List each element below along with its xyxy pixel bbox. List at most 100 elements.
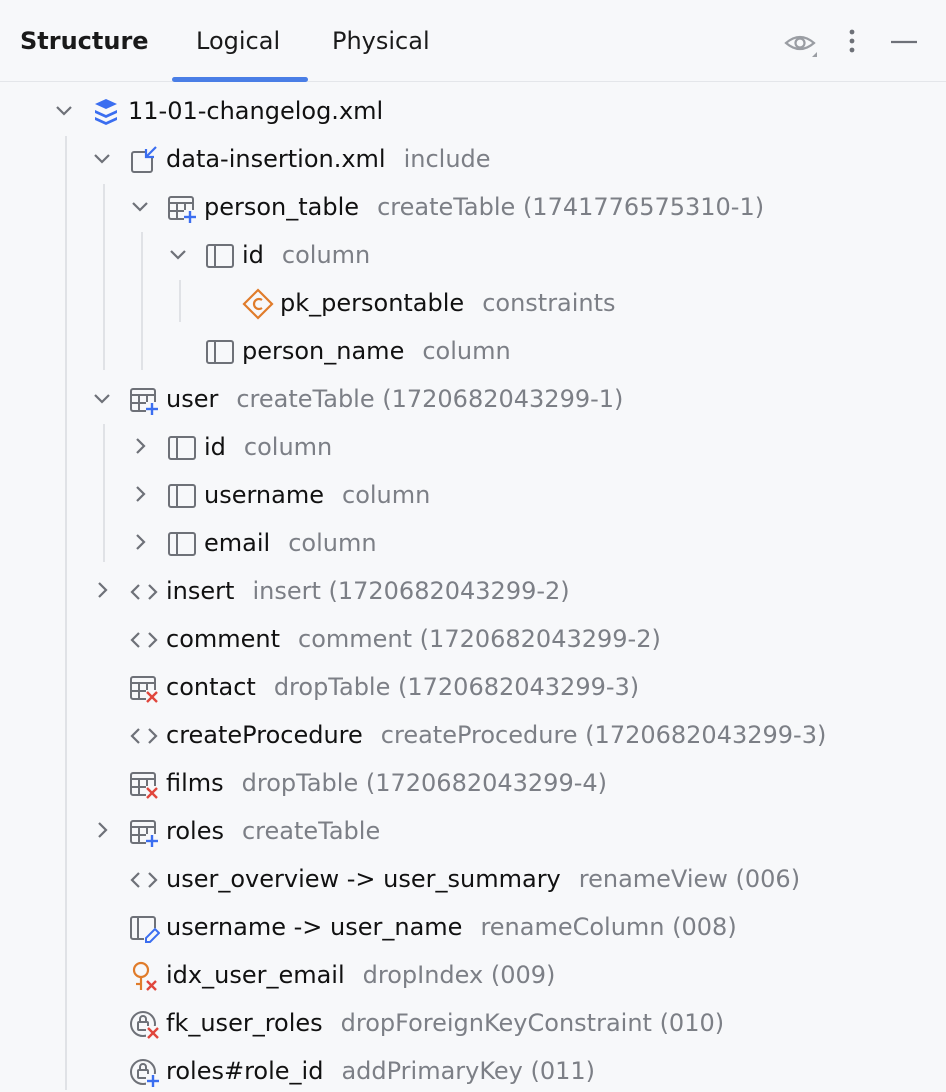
- tree-node-hint: column: [288, 529, 377, 557]
- minimize-icon[interactable]: [888, 28, 920, 60]
- tree-node-label: fk_user_roles: [166, 1009, 323, 1037]
- add-key-icon: [130, 1059, 160, 1088]
- drop-table-icon: [130, 676, 159, 703]
- tree-node-label: pk_persontable: [280, 289, 465, 317]
- tree-node-hint: createTable (1720682043299-1): [236, 385, 624, 413]
- tree-node-hint: addPrimaryKey (011): [341, 1057, 596, 1085]
- tree-node[interactable]: fk_user_roles dropForeignKeyConstraint (0…: [0, 1000, 946, 1044]
- tree-node-label: createProcedure: [166, 721, 363, 749]
- code-icon: [130, 872, 158, 888]
- tree-node[interactable]: pk_persontable constraints: [0, 280, 946, 324]
- tree-node-label: comment: [166, 625, 281, 653]
- tree-node-text: roles createTable: [166, 816, 380, 846]
- create-table-icon: [130, 388, 159, 415]
- tree-node-text: fk_user_roles dropForeignKeyConstraint (0…: [166, 1008, 724, 1038]
- tree-node-text: roles#role_id addPrimaryKey (011): [166, 1056, 595, 1086]
- tree-node-label: user: [166, 385, 219, 413]
- tree-node-label: email: [204, 529, 271, 557]
- column-icon: [206, 340, 234, 364]
- tree-node[interactable]: person_table createTable (1741776575310-1…: [0, 184, 946, 228]
- tree-node[interactable]: 11-01-changelog.xml: [0, 88, 946, 132]
- tree-node-hint: renameColumn (008): [480, 913, 737, 941]
- tree-node[interactable]: person_name column: [0, 328, 946, 372]
- chevron-down-icon[interactable]: [90, 386, 114, 410]
- code-icon: [130, 584, 158, 600]
- tree-node[interactable]: username column: [0, 472, 946, 516]
- chevron-down-icon[interactable]: [90, 146, 114, 170]
- tree-node-hint: createProcedure (1720682043299-3): [380, 721, 827, 749]
- tree-node-text: idx_user_email dropIndex (009): [166, 960, 555, 990]
- create-table-icon: [130, 820, 159, 847]
- tree-node[interactable]: user createTable (1720682043299-1): [0, 376, 946, 420]
- tree-node-hint: column: [243, 433, 333, 461]
- drop-index-icon: [132, 961, 157, 991]
- tree-node-hint: comment (1720682043299-2): [298, 625, 661, 653]
- tree-node-hint: dropTable (1720682043299-4): [241, 769, 608, 797]
- include-icon: [131, 146, 157, 173]
- tree-node-text: 11-01-changelog.xml: [128, 96, 383, 126]
- chevron-down-icon[interactable]: [166, 242, 190, 266]
- chevron-down-icon[interactable]: [128, 194, 152, 218]
- column-icon: [206, 244, 234, 268]
- chevron-right-icon[interactable]: [90, 578, 114, 602]
- structure-tree: 11-01-changelog.xml data-insertion.xml in…: [0, 86, 946, 1090]
- tree-node-hint: insert (1720682043299-2): [252, 577, 570, 605]
- tree-node[interactable]: roles#role_id addPrimaryKey (011): [0, 1048, 946, 1092]
- tree-node-hint: renameView (006): [578, 865, 801, 893]
- tree-node-text: id column: [204, 432, 332, 462]
- tree-node[interactable]: films dropTable (1720682043299-4): [0, 760, 946, 804]
- tree-node-label: 11-01-changelog.xml: [128, 97, 384, 125]
- tree-node[interactable]: email column: [0, 520, 946, 564]
- create-table-icon: [168, 196, 197, 223]
- tree-node-hint: createTable: [241, 817, 381, 845]
- tree-node-text: email column: [204, 528, 377, 558]
- tree-node[interactable]: id column: [0, 424, 946, 468]
- tree-node[interactable]: data-insertion.xml include: [0, 136, 946, 180]
- tree-node-hint: constraints: [482, 289, 616, 317]
- tree-node-label: roles#role_id: [166, 1057, 324, 1085]
- drop-table-icon: [130, 772, 159, 799]
- tree-node-text: comment comment (1720682043299-2): [166, 624, 661, 654]
- tree-node-label: contact: [166, 673, 256, 701]
- tree-node-text: id column: [242, 240, 370, 270]
- tree-node[interactable]: comment comment (1720682043299-2): [0, 616, 946, 660]
- chevron-right-icon[interactable]: [128, 434, 152, 458]
- tab-physical[interactable]: Physical: [332, 27, 430, 55]
- tree-node[interactable]: createProcedure createProcedure (17206820…: [0, 712, 946, 756]
- tree-node-text: username -> user_name renameColumn (008): [166, 912, 737, 942]
- changelog-icon: [95, 99, 117, 125]
- tree-node-hint: dropTable (1720682043299-3): [273, 673, 640, 701]
- chevron-right-icon[interactable]: [128, 530, 152, 554]
- tree-node[interactable]: roles createTable: [0, 808, 946, 852]
- tree-node-text: contact dropTable (1720682043299-3): [166, 672, 639, 702]
- tree-node-text: createProcedure createProcedure (17206820…: [166, 720, 826, 750]
- tree-node-label: films: [166, 769, 224, 797]
- tree-node-text: person_table createTable (1741776575310-1…: [204, 192, 764, 222]
- tree-node[interactable]: id column: [0, 232, 946, 276]
- tree-node-hint: column: [422, 337, 511, 365]
- panel-title: Structure: [20, 27, 149, 55]
- chevron-down-icon[interactable]: [52, 98, 76, 122]
- tree-node-text: insert insert (1720682043299-2): [166, 576, 570, 606]
- tree-node-label: roles: [166, 817, 224, 845]
- tree-node[interactable]: idx_user_email dropIndex (009): [0, 952, 946, 996]
- tab-logical[interactable]: Logical: [196, 27, 280, 55]
- tree-node[interactable]: user_overview -> user_summary renameView …: [0, 856, 946, 900]
- tree-node[interactable]: contact dropTable (1720682043299-3): [0, 664, 946, 708]
- chevron-right-icon[interactable]: [128, 482, 152, 506]
- tree-node-label: username: [204, 481, 324, 509]
- code-icon: [130, 632, 158, 648]
- tree-node-label: id: [204, 433, 226, 461]
- tree-node-text: username column: [204, 480, 430, 510]
- tree-node-hint: dropForeignKeyConstraint (010): [340, 1009, 725, 1037]
- tree-node-label: idx_user_email: [166, 961, 345, 989]
- selected-tab-indicator: [172, 77, 308, 82]
- chevron-right-icon[interactable]: [90, 818, 114, 842]
- tree-node[interactable]: username -> user_name renameColumn (008): [0, 904, 946, 948]
- eye-icon[interactable]: [783, 28, 819, 60]
- tree-node-hint: column: [342, 481, 431, 509]
- drop-key-icon: [130, 1011, 160, 1040]
- tree-node[interactable]: insert insert (1720682043299-2): [0, 568, 946, 612]
- tree-node-hint: include: [403, 145, 491, 173]
- more-vertical-icon[interactable]: [840, 26, 864, 58]
